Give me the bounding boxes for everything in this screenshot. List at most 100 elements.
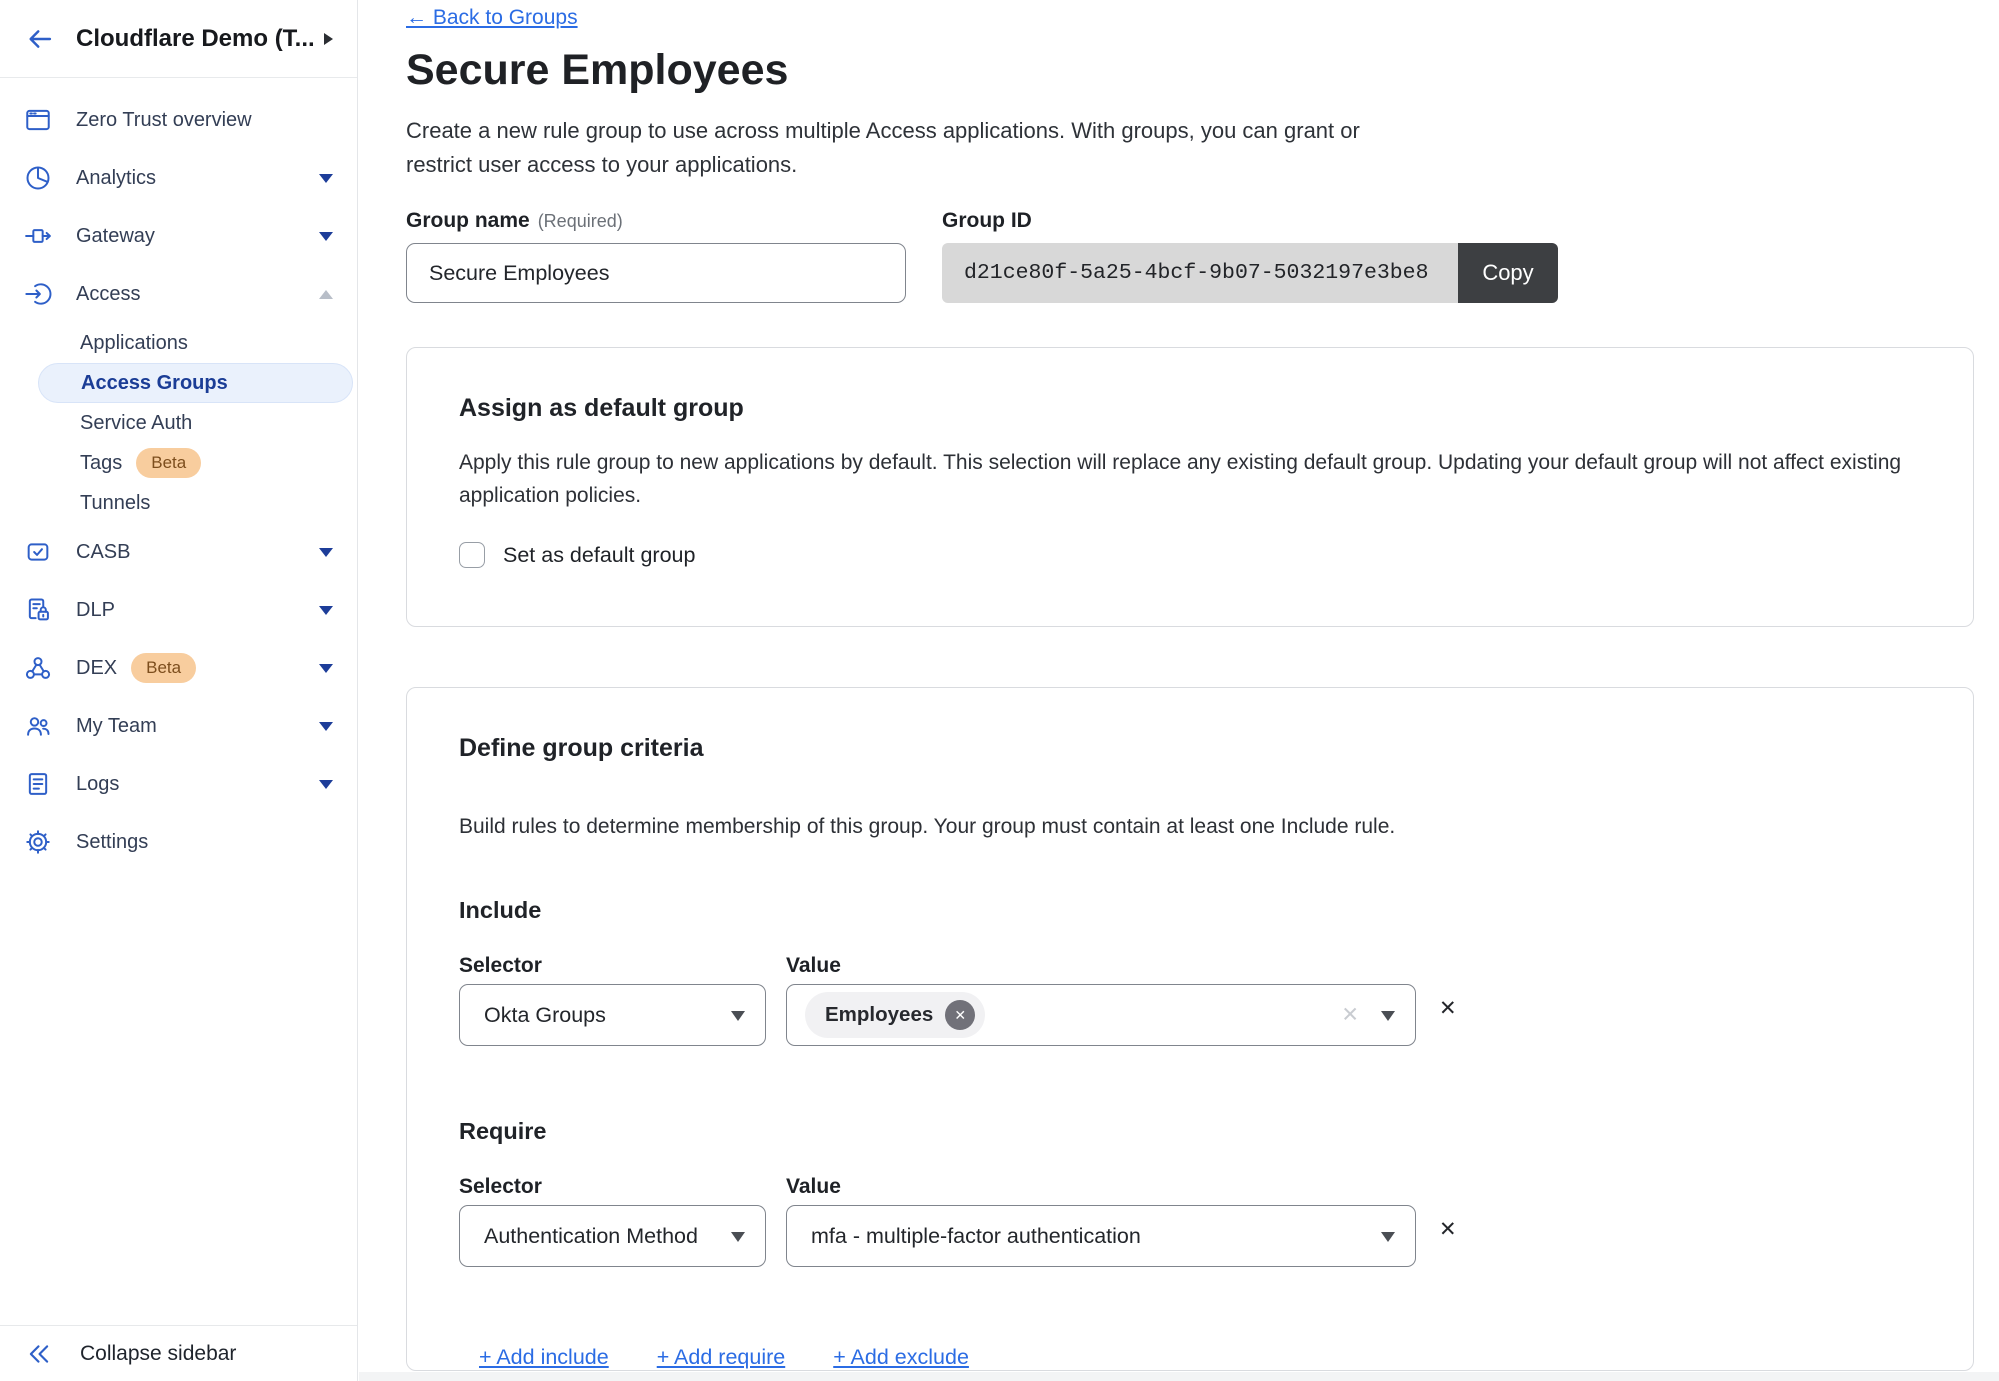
double-chevron-left-icon: [26, 1341, 52, 1367]
chevron-down-icon: [319, 606, 333, 615]
add-exclude-link[interactable]: + Add exclude: [833, 1345, 969, 1370]
dlp-icon: [24, 596, 52, 624]
chevron-down-icon: [319, 664, 333, 673]
include-selector-label: Selector: [459, 952, 786, 979]
include-value-multiselect[interactable]: Employees ✕ ✕: [786, 984, 1416, 1046]
group-form-row: Group name(Required) Group ID d21ce80f-5…: [406, 208, 1973, 303]
sidebar-item-label: DLP: [76, 599, 115, 622]
dropdown-caret-icon: [1381, 1011, 1395, 1021]
sidebar-item-label: My Team: [76, 715, 157, 738]
collapse-sidebar-button[interactable]: Collapse sidebar: [0, 1325, 357, 1381]
sidebar-item-label: Zero Trust overview: [76, 109, 252, 132]
access-icon: [24, 280, 52, 308]
require-selector-label: Selector: [459, 1173, 786, 1200]
remove-include-rule-icon[interactable]: ✕: [1439, 998, 1457, 1019]
tag-remove-icon[interactable]: ✕: [945, 1000, 975, 1030]
sidebar-item-analytics[interactable]: Analytics: [0, 149, 357, 207]
chevron-down-icon: [319, 722, 333, 731]
group-id-label: Group ID: [942, 208, 1558, 234]
dropdown-caret-icon: [731, 1011, 745, 1021]
sidebar-item-label: Settings: [76, 831, 148, 854]
gateway-icon: [24, 222, 52, 250]
sidebar-item-zero-trust-overview[interactable]: Zero Trust overview: [0, 91, 357, 149]
main-content: ← Back to Groups Secure Employees Create…: [359, 0, 1999, 1381]
chevron-down-icon: [319, 174, 333, 183]
chevron-down-icon: [319, 780, 333, 789]
require-value-dropdown[interactable]: mfa - multiple-factor authentication: [786, 1205, 1416, 1267]
sidebar-item-label: Analytics: [76, 167, 156, 190]
account-switcher[interactable]: Cloudflare Demo (T...: [0, 0, 357, 78]
group-name-label: Group name(Required): [406, 208, 906, 234]
include-heading: Include: [459, 895, 1921, 925]
require-value-text: mfa - multiple-factor authentication: [811, 1224, 1141, 1249]
sidebar-item-tags[interactable]: Tags Beta: [38, 443, 353, 483]
sidebar-item-service-auth[interactable]: Service Auth: [38, 403, 353, 443]
sidebar-item-casb[interactable]: CASB: [0, 523, 357, 581]
sidebar-subitem-label: Applications: [80, 332, 188, 355]
default-group-checkbox-label: Set as default group: [503, 543, 695, 568]
sidebar-item-gateway[interactable]: Gateway: [0, 207, 357, 265]
value-tag: Employees ✕: [805, 992, 985, 1038]
criteria-card-title: Define group criteria: [459, 688, 1921, 764]
include-selector-value: Okta Groups: [484, 1003, 606, 1028]
page: Cloudflare Demo (T... Zero Trust overvie…: [0, 0, 1999, 1381]
window-bottom-edge: [359, 1372, 1999, 1381]
sidebar-item-logs[interactable]: Logs: [0, 755, 357, 813]
collapse-sidebar-label: Collapse sidebar: [80, 1342, 236, 1366]
default-group-card: Assign as default group Apply this rule …: [406, 347, 1974, 627]
page-title: Secure Employees: [406, 46, 1973, 94]
account-name: Cloudflare Demo (T...: [76, 25, 316, 53]
sidebar-subitem-label: Tunnels: [80, 492, 150, 515]
analytics-icon: [24, 164, 52, 192]
include-value-label: Value: [786, 952, 841, 979]
beta-badge: Beta: [136, 448, 201, 478]
criteria-card: Define group criteria Build rules to det…: [406, 687, 1974, 1371]
sidebar-subitem-label: Tags: [80, 452, 122, 475]
gear-icon: [24, 828, 52, 856]
require-heading: Require: [459, 1116, 1921, 1146]
sidebar-item-dex[interactable]: DEX Beta: [0, 639, 357, 697]
sidebar-item-label: Logs: [76, 773, 119, 796]
group-id-value: d21ce80f-5a25-4bcf-9b07-5032197e3be8: [942, 243, 1458, 303]
sidebar-item-access-groups[interactable]: Access Groups: [38, 363, 353, 403]
sidebar-nav: Zero Trust overview Analytics: [0, 78, 357, 871]
chevron-up-icon: [319, 290, 333, 299]
sidebar-item-applications[interactable]: Applications: [38, 323, 353, 363]
copy-button[interactable]: Copy: [1458, 243, 1558, 303]
default-card-title: Assign as default group: [459, 348, 1921, 424]
casb-icon: [24, 538, 52, 566]
sidebar-item-settings[interactable]: Settings: [0, 813, 357, 871]
remove-require-rule-icon[interactable]: ✕: [1439, 1219, 1457, 1240]
sidebar-item-label: CASB: [76, 541, 130, 564]
group-name-input[interactable]: [406, 243, 906, 303]
default-card-body: Apply this rule group to new application…: [459, 446, 1921, 512]
add-require-link[interactable]: + Add require: [657, 1345, 786, 1370]
chevron-down-icon: [319, 548, 333, 557]
sidebar-subitem-label: Access Groups: [81, 372, 228, 395]
required-hint: (Required): [538, 211, 623, 231]
dropdown-caret-icon: [1381, 1232, 1395, 1242]
sidebar-item-access[interactable]: Access: [0, 265, 357, 323]
include-rule-row: Okta Groups Employees ✕ ✕ ✕: [459, 984, 1921, 1046]
sidebar-item-dlp[interactable]: DLP: [0, 581, 357, 639]
require-rule-row: Authentication Method mfa - multiple-fac…: [459, 1205, 1921, 1267]
back-to-groups-link[interactable]: ← Back to Groups: [406, 6, 578, 30]
include-selector-dropdown[interactable]: Okta Groups: [459, 984, 766, 1046]
criteria-card-body: Build rules to determine membership of t…: [459, 810, 1921, 843]
require-selector-dropdown[interactable]: Authentication Method: [459, 1205, 766, 1267]
add-include-link[interactable]: + Add include: [479, 1345, 609, 1370]
sidebar-item-label: Access: [76, 283, 140, 306]
clear-values-icon[interactable]: ✕: [1341, 1003, 1359, 1028]
default-group-checkbox-row[interactable]: Set as default group: [459, 542, 1921, 568]
beta-badge: Beta: [131, 653, 196, 683]
value-tag-label: Employees: [825, 1003, 933, 1027]
require-selector-value: Authentication Method: [484, 1224, 698, 1249]
sidebar-item-label: Gateway: [76, 225, 155, 248]
team-icon: [24, 712, 52, 740]
sidebar-item-my-team[interactable]: My Team: [0, 697, 357, 755]
default-group-checkbox[interactable]: [459, 542, 485, 568]
chevron-down-icon: [319, 232, 333, 241]
sidebar-item-tunnels[interactable]: Tunnels: [38, 483, 353, 523]
caret-right-icon: [324, 33, 333, 45]
dex-icon: [24, 654, 52, 682]
